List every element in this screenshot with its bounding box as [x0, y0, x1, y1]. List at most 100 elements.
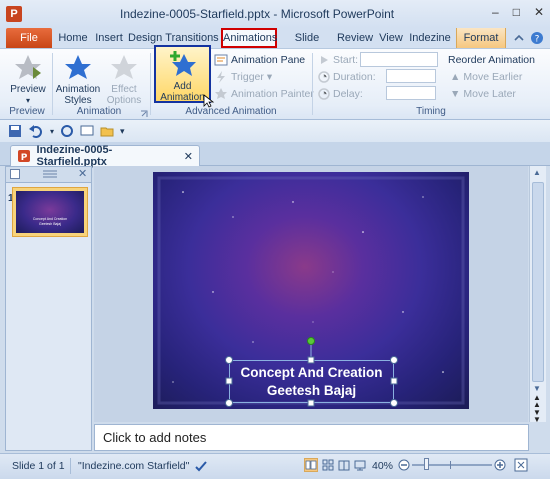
tab-file[interactable]: File — [6, 28, 52, 48]
start-play-icon — [321, 56, 328, 64]
normal-view-icon[interactable] — [304, 458, 318, 472]
undo-icon[interactable] — [28, 124, 44, 138]
animation-styles-label: Animation Styles — [55, 84, 101, 106]
preview-group-label: Preview — [9, 106, 45, 117]
move-later-label: Move Later — [463, 88, 516, 100]
slides-pane: ✕ 1 Concept And Creation Geetesh Bajaj — [5, 166, 92, 451]
preview-button[interactable]: Preview ▾ — [6, 53, 50, 106]
up-arrow-icon: ▲ — [450, 71, 461, 83]
delay-spinner[interactable] — [386, 86, 436, 100]
slides-tab-icon[interactable] — [10, 169, 20, 179]
collapse-ribbon-icon[interactable] — [512, 31, 526, 45]
outline-tab-icon[interactable] — [40, 168, 60, 181]
animation-styles-button[interactable]: Animation Styles — [54, 53, 102, 106]
save-icon[interactable] — [8, 124, 22, 138]
window-controls: – □ ✕ — [492, 5, 544, 19]
animation-group-label: Animation — [76, 106, 122, 117]
blue-star-icon — [65, 55, 91, 79]
move-earlier-label: Move Earlier — [463, 71, 523, 83]
tab-home[interactable]: Home — [56, 28, 90, 48]
add-animation-label: Add Animation — [160, 81, 205, 103]
trigger-lightning-icon — [217, 71, 225, 83]
next-slide-icon[interactable]: ▼ ▼ — [533, 409, 541, 424]
animation-painter-icon — [215, 88, 227, 99]
close-pane-icon[interactable]: ✕ — [78, 167, 87, 180]
help-icon[interactable]: ? — [530, 31, 544, 45]
slideshow-view-icon[interactable] — [354, 459, 366, 471]
thumb-title-line1: Concept And Creation — [32, 217, 68, 221]
animation-pane-button[interactable]: Animation Pane — [214, 52, 305, 68]
delay-row: Delay: — [318, 86, 363, 102]
tab-animations[interactable]: Animations — [221, 28, 277, 48]
customize-qat-icon[interactable]: ▾ — [120, 126, 125, 137]
powerpoint-app-icon[interactable]: P — [6, 6, 22, 22]
maximize-button[interactable]: □ — [513, 5, 520, 19]
vertical-scrollbar[interactable]: ▲ ▼ ▲ ▲ ▼ ▼ — [529, 166, 546, 424]
move-earlier-button[interactable]: ▲ Move Earlier — [450, 69, 522, 85]
slide-thumbnail[interactable]: Concept And Creation Geetesh Bajaj — [12, 187, 88, 237]
duration-spinner[interactable] — [386, 69, 436, 83]
group-separator — [52, 53, 53, 115]
effect-options-label: Effect Options — [106, 84, 142, 106]
open-folder-icon[interactable] — [100, 124, 114, 138]
theme-name: "Indezine.com Starfield" — [78, 460, 190, 472]
dialog-launcher-icon[interactable] — [140, 109, 148, 117]
document-tab[interactable]: P Indezine-0005-Starfield.pptx ✕ — [10, 144, 200, 168]
scroll-up-icon[interactable]: ▲ — [533, 168, 541, 177]
tab-review[interactable]: Review — [336, 28, 374, 48]
status-separator — [70, 458, 71, 474]
group-separator — [150, 53, 151, 115]
reading-view-icon[interactable] — [338, 459, 350, 471]
quick-access-toolbar: ▾ ▾ — [0, 120, 550, 142]
trigger-button[interactable]: Trigger ▾ — [214, 69, 272, 85]
timing-group-label: Timing — [416, 106, 446, 117]
slideshow-icon[interactable] — [80, 124, 94, 138]
add-star-icon — [169, 51, 196, 76]
title-bar: P Indezine-0005-Starfield.pptx - Microso… — [0, 0, 550, 28]
tab-format[interactable]: Format — [456, 28, 506, 48]
fit-slide-icon[interactable] — [514, 458, 528, 472]
scroll-thumb[interactable] — [532, 182, 544, 382]
close-document-icon[interactable]: ✕ — [184, 150, 193, 163]
undo-dropdown-icon[interactable]: ▾ — [50, 127, 54, 136]
ribbon: Preview ▾ Preview Animation Styles Effect… — [0, 48, 550, 120]
slide-sorter-icon[interactable] — [322, 459, 334, 471]
duration-row: Duration: — [318, 69, 376, 85]
tab-insert[interactable]: Insert — [92, 28, 126, 48]
pptx-file-icon: P — [18, 150, 30, 163]
notes-pane[interactable]: Click to add notes — [94, 424, 529, 451]
spell-check-icon[interactable] — [194, 459, 208, 473]
redo-icon[interactable] — [60, 124, 74, 138]
slides-pane-tabs: ✕ — [6, 167, 91, 183]
tab-slide-show[interactable]: Slide Show — [280, 28, 334, 64]
animation-painter-label: Animation Painter — [231, 88, 314, 100]
animation-painter-button[interactable]: Animation Painter — [214, 86, 314, 102]
animation-pane-icon — [214, 54, 228, 66]
zoom-in-icon[interactable] — [494, 459, 506, 471]
effect-star-icon — [111, 55, 137, 79]
group-separator — [312, 53, 313, 115]
effect-options-button[interactable]: Effect Options — [104, 53, 144, 106]
zoom-out-icon[interactable] — [398, 459, 410, 471]
close-button[interactable]: ✕ — [534, 5, 544, 19]
trigger-label: Trigger — [231, 71, 264, 83]
zoom-slider-thumb[interactable] — [424, 458, 429, 470]
delay-label: Delay: — [333, 88, 363, 100]
zoom-center-mark — [450, 461, 451, 469]
start-label: Start: — [333, 54, 359, 66]
previous-slide-icon[interactable]: ▲ ▲ — [533, 394, 541, 409]
start-dropdown[interactable] — [360, 52, 438, 67]
move-later-button[interactable]: ▼ Move Later — [450, 86, 516, 102]
advanced-animation-group-label: Advanced Animation — [185, 106, 277, 117]
status-bar: Slide 1 of 1 "Indezine.com Starfield" 40… — [0, 453, 550, 479]
scroll-down-icon[interactable]: ▼ — [533, 384, 541, 393]
minimize-button[interactable]: – — [492, 5, 499, 19]
preview-label: Preview — [10, 84, 46, 95]
slide-counter: Slide 1 of 1 — [12, 460, 65, 472]
zoom-level[interactable]: 40% — [372, 460, 393, 472]
window-title: Indezine-0005-Starfield.pptx - Microsoft… — [120, 7, 395, 21]
tab-indezine[interactable]: Indezine — [408, 28, 452, 48]
tab-view[interactable]: View — [376, 28, 406, 48]
selection-handles[interactable] — [153, 172, 469, 409]
slide-canvas[interactable]: Concept And Creation Geetesh Bajaj — [153, 172, 469, 409]
